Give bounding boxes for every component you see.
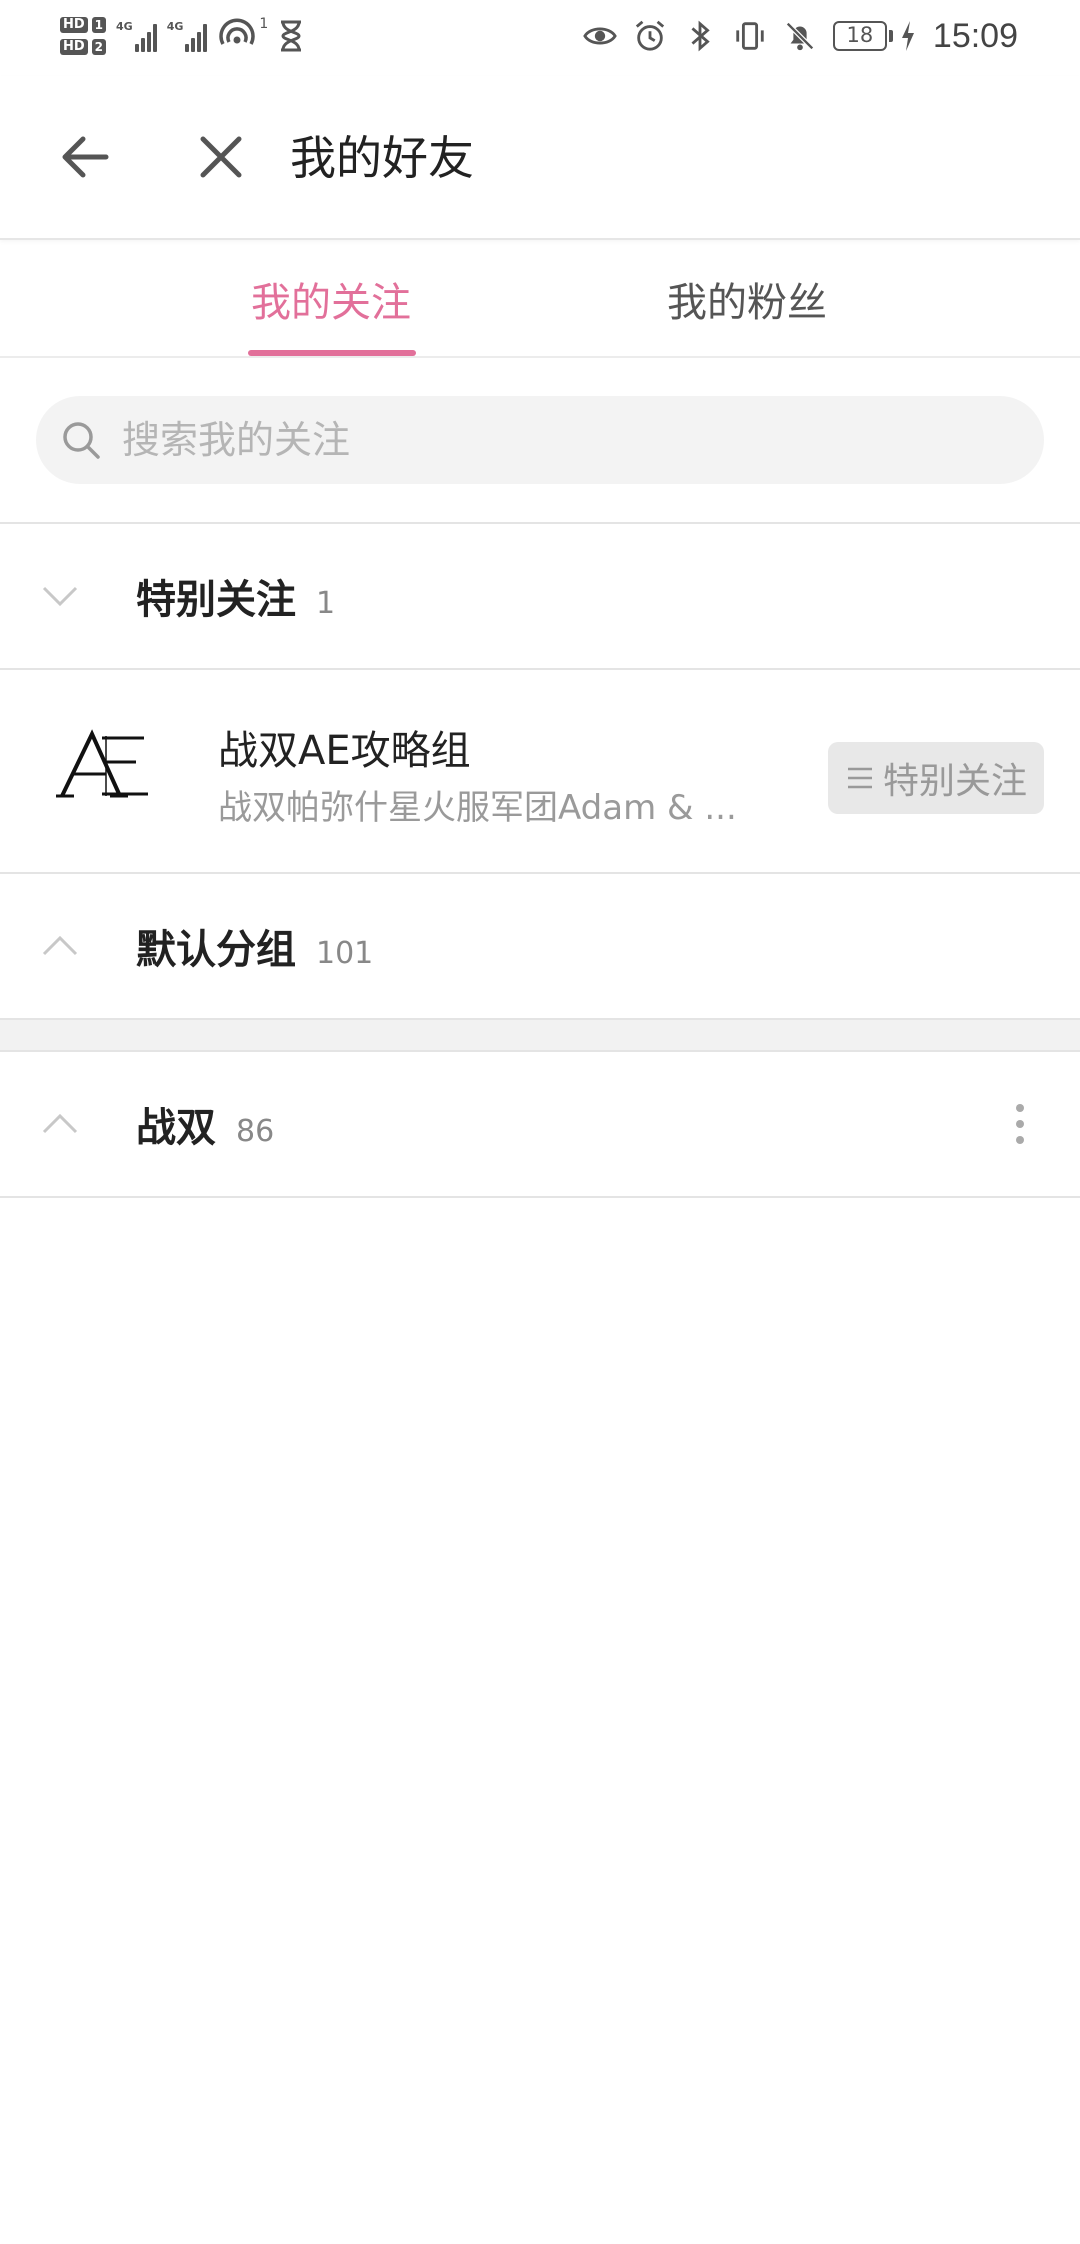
signal1-icon: 4G [116, 20, 157, 52]
status-bar: HD 1 HD 2 4G 4G 1 18 15:09 [0, 0, 1080, 76]
mute-icon [785, 22, 814, 51]
net2-label: 4G [166, 20, 184, 33]
hourglass-icon [281, 20, 302, 52]
group-name: 默认分组 [136, 927, 296, 973]
chevron-up-icon [42, 935, 78, 956]
group-title: 战双 86 [136, 1095, 274, 1153]
close-icon [200, 136, 242, 178]
battery-indicator: 18 [832, 21, 893, 51]
group-name: 战双 [136, 1105, 216, 1151]
hotspot-count: 1 [259, 16, 269, 32]
more-dot-icon [1016, 1120, 1024, 1128]
search-bar[interactable] [36, 396, 1044, 484]
menu-icon [847, 767, 872, 789]
back-button[interactable] [52, 124, 118, 190]
special-follow-label: 特别关注 [882, 761, 1027, 802]
more-dot-icon [1016, 1104, 1024, 1112]
tab-fans[interactable]: 我的粉丝 [636, 240, 858, 358]
section-gap [0, 1020, 1080, 1052]
net1-label: 4G [116, 20, 133, 33]
more-options-button[interactable] [990, 1094, 1050, 1154]
user-description: 战双帕弥什星火服军团Adam & ... [218, 788, 737, 828]
sim1-hd-badge: HD [60, 17, 88, 33]
battery-level: 18 [832, 21, 887, 51]
sim2-hd-badge: HD [60, 39, 88, 55]
group-title: 特别关注 1 [136, 567, 335, 625]
tab-bar: 我的关注 我的粉丝 [0, 240, 1080, 358]
group-name: 特别关注 [136, 577, 296, 623]
search-input[interactable] [122, 418, 1002, 462]
avatar [56, 729, 148, 798]
group-header-special[interactable]: 特别关注 1 [0, 524, 1080, 668]
group-count: 1 [316, 586, 336, 621]
more-dot-icon [1016, 1136, 1024, 1144]
hotspot-icon [219, 18, 256, 45]
group-header-zhanshuang[interactable]: 战双 86 [0, 1052, 1080, 1196]
chevron-down-icon [42, 586, 78, 607]
search-icon [63, 422, 100, 459]
charging-icon [901, 21, 914, 51]
tab-following[interactable]: 我的关注 [220, 240, 442, 358]
group-count: 86 [236, 1114, 275, 1149]
alarm-icon [635, 20, 665, 51]
special-follow-button[interactable]: 特别关注 [828, 742, 1044, 814]
user-name: 战双AE攻略组 [218, 728, 471, 774]
close-button[interactable] [188, 124, 254, 190]
sim1-slot: 1 [91, 17, 107, 33]
bluetooth-icon [691, 20, 710, 52]
page-title: 我的好友 [290, 131, 474, 185]
group-header-default[interactable]: 默认分组 101 [0, 874, 1080, 1018]
vibrate-icon [736, 22, 764, 50]
sim2-slot: 2 [91, 39, 107, 55]
divider [0, 668, 1080, 670]
chevron-up-icon [42, 1113, 78, 1134]
arrow-left-icon [62, 136, 109, 178]
group-title: 默认分组 101 [136, 917, 373, 975]
signal2-icon: 4G [167, 20, 208, 52]
clock: 15:09 [932, 16, 1018, 55]
title-bar: 我的好友 [0, 76, 1080, 240]
eye-icon [583, 27, 617, 45]
list-item[interactable]: 战双AE攻略组 战双帕弥什星火服军团Adam & ... 特别关注 [0, 672, 1080, 872]
divider [0, 1196, 1080, 1198]
group-count: 101 [316, 936, 374, 971]
active-tab-indicator [248, 350, 416, 356]
